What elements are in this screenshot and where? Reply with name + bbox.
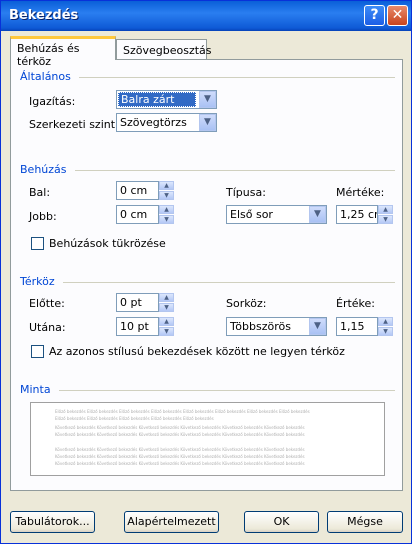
chevron-down-icon[interactable]: ▼ — [199, 91, 216, 108]
spin-down-icon[interactable]: ▼ — [378, 327, 393, 336]
line-spacing-at-label: Értéke: — [336, 297, 376, 310]
preview-sample-line: Következő bekezdés Következő bekezdés Kö… — [55, 425, 305, 430]
chevron-down-icon[interactable]: ▼ — [309, 206, 326, 223]
outline-level-label: Szerkezeti szint: — [29, 118, 119, 131]
space-before-label: Előtte: — [29, 297, 65, 310]
divider — [75, 170, 395, 171]
indent-left-input[interactable]: 0 cm — [116, 181, 159, 200]
mirror-indents-checkbox[interactable] — [31, 237, 44, 250]
section-heading-indentation: Behúzás — [20, 163, 67, 176]
special-indent-label: Típusa: — [226, 186, 266, 199]
section-heading-preview: Minta — [20, 383, 51, 396]
alignment-value: Balra zárt — [118, 92, 196, 107]
alignment-label: Igazítás: — [29, 95, 76, 108]
divider — [63, 282, 395, 283]
line-spacing-at-spinner[interactable]: ▲ ▼ — [378, 317, 393, 336]
line-spacing-select[interactable]: Többszörös ▼ — [226, 317, 327, 336]
tab-label: Szövegbeosztás — [123, 44, 212, 57]
spin-down-icon[interactable]: ▼ — [159, 327, 174, 336]
space-before-spinner[interactable]: ▲ ▼ — [159, 293, 174, 312]
title-bar[interactable]: Bekezdés ? ✕ — [1, 1, 411, 31]
spin-up-icon[interactable]: ▲ — [159, 317, 174, 326]
preview-prev-line: Előző bekezdés Előző bekezdés Előző beke… — [55, 409, 310, 414]
indent-by-input[interactable]: 1,25 cm — [336, 205, 378, 224]
tab-line-and-page-breaks[interactable]: Szövegbeosztás — [116, 39, 212, 60]
line-spacing-value: Többszörös — [230, 320, 291, 333]
space-after-label: Utána: — [29, 321, 66, 334]
dialog-title: Bekezdés — [9, 8, 79, 23]
ok-button[interactable]: OK — [244, 511, 319, 533]
indent-by-value: 1,25 cm — [340, 208, 377, 221]
line-spacing-at-value: 1,15 — [340, 320, 365, 333]
outline-level-value: Szövegtörzs — [120, 116, 187, 129]
indent-left-spinner[interactable]: ▲ ▼ — [159, 181, 174, 200]
space-after-input[interactable]: 10 pt — [116, 317, 159, 336]
spin-down-icon[interactable]: ▼ — [159, 303, 174, 312]
special-indent-value: Első sor — [230, 208, 273, 221]
no-space-same-style-label: Az azonos stílusú bekezdések között ne l… — [49, 345, 345, 358]
spin-down-icon[interactable]: ▼ — [159, 191, 174, 200]
indent-by-label: Mértéke: — [336, 186, 385, 199]
indent-by-spinner[interactable]: ▲ ▼ — [378, 205, 393, 224]
preview-sample-line: Következő bekezdés Következő bekezdés Kö… — [55, 432, 305, 437]
line-spacing-label: Sorköz: — [226, 297, 267, 310]
close-button[interactable]: ✕ — [387, 5, 408, 26]
spin-up-icon[interactable]: ▲ — [378, 317, 393, 326]
section-heading-general: Általános — [20, 70, 71, 83]
indent-left-label: Bal: — [29, 186, 51, 199]
preview-prev-line: Előző bekezdés Előző bekezdés Előző beke… — [55, 416, 215, 421]
no-space-same-style-checkbox[interactable] — [31, 345, 44, 358]
indent-right-input[interactable]: 0 cm — [116, 205, 159, 224]
preview-next-line: Következő bekezdés Következő bekezdés Kö… — [55, 447, 305, 452]
space-before-input[interactable]: 0 pt — [116, 293, 159, 312]
chevron-down-icon[interactable]: ▼ — [309, 318, 326, 335]
section-heading-spacing: Térköz — [20, 275, 55, 288]
cancel-button[interactable]: Mégse — [327, 511, 403, 533]
spin-up-icon[interactable]: ▲ — [378, 205, 393, 214]
preview-box: Előző bekezdés Előző bekezdés Előző beke… — [30, 402, 385, 476]
outline-level-select[interactable]: Szövegtörzs ▼ — [116, 113, 217, 132]
indent-right-value: 0 cm — [120, 208, 148, 221]
spin-down-icon[interactable]: ▼ — [378, 215, 393, 224]
help-button[interactable]: ? — [364, 5, 385, 26]
space-after-spinner[interactable]: ▲ ▼ — [159, 317, 174, 336]
indent-right-spinner[interactable]: ▲ ▼ — [159, 205, 174, 224]
spin-up-icon[interactable]: ▲ — [159, 181, 174, 190]
set-default-button[interactable]: Alapértelmezett — [124, 511, 219, 533]
space-after-value: 10 pt — [120, 320, 149, 333]
tab-indents-and-spacing[interactable]: Behúzás és térköz — [10, 36, 116, 68]
chevron-down-icon[interactable]: ▼ — [199, 114, 216, 131]
alignment-select[interactable]: Balra zárt ▼ — [116, 90, 217, 109]
spin-up-icon[interactable]: ▲ — [159, 293, 174, 302]
line-spacing-at-input[interactable]: 1,15 — [336, 317, 378, 336]
divider — [79, 77, 395, 78]
space-before-value: 0 pt — [120, 296, 142, 309]
indent-right-label: Jobb: — [29, 210, 57, 223]
mirror-indents-label: Behúzások tükrözése — [49, 237, 166, 250]
special-indent-select[interactable]: Első sor ▼ — [226, 205, 327, 224]
divider — [59, 390, 395, 391]
preview-next-line: Következő bekezdés Következő bekezdés Kö… — [55, 461, 305, 466]
tabs-button[interactable]: Tabulátorok... — [10, 511, 95, 533]
spin-up-icon[interactable]: ▲ — [159, 205, 174, 214]
dialog-window: Bekezdés ? ✕ Behúzás és térköz Szövegbeo… — [0, 0, 412, 544]
preview-next-line: Következő bekezdés Következő bekezdés Kö… — [55, 454, 305, 459]
indent-left-value: 0 cm — [120, 184, 148, 197]
spin-down-icon[interactable]: ▼ — [159, 215, 174, 224]
